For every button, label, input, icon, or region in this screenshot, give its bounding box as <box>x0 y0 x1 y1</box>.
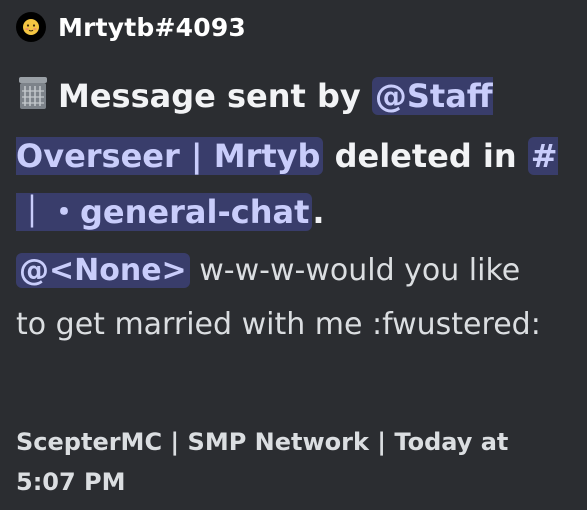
role-mention[interactable]: @<None> <box>16 253 190 288</box>
blushing-face-icon <box>23 19 39 35</box>
embed-footer: ScepterMC | SMP Network | Today at 5:07 … <box>16 428 509 496</box>
embed-title: Message sent by @Staff Overseer | Mrtyb … <box>16 68 572 240</box>
log-embed: Mrtytb#4093 Message sent by @Staff Overs… <box>0 0 587 510</box>
embed-description: @<None> w-w-w-would you like to get marr… <box>16 244 556 352</box>
wastebasket-icon <box>16 72 50 128</box>
title-prefix: Message sent by <box>58 77 361 115</box>
title-middle: deleted in <box>334 137 517 175</box>
title-suffix: . <box>312 193 325 231</box>
embed-author: Mrtytb#4093 <box>16 12 246 42</box>
author-avatar[interactable] <box>16 12 46 42</box>
author-name[interactable]: Mrtytb#4093 <box>58 13 246 42</box>
